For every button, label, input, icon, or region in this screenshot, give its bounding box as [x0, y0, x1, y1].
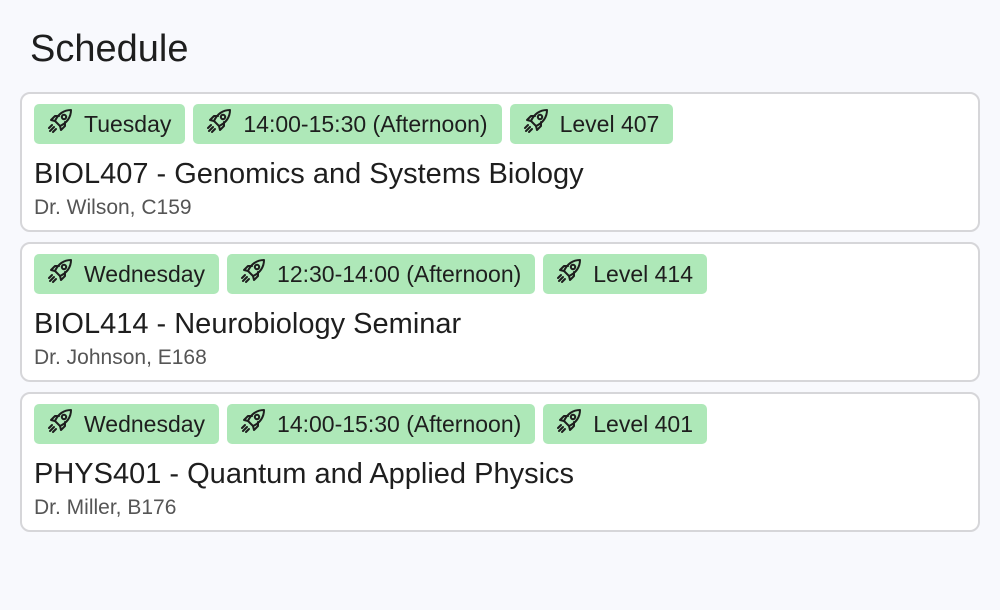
course-tags: Tuesday 14:00-15:30 (Afternoon) Level 40…: [34, 104, 966, 144]
rocket-icon: [205, 107, 233, 135]
time-tag-label: 14:00-15:30 (Afternoon): [243, 110, 488, 137]
rocket-icon: [46, 407, 74, 435]
rocket-icon: [239, 257, 267, 285]
course-instructor-room: Dr. Wilson, C159: [34, 196, 192, 219]
time-tag: 14:00-15:30 (Afternoon): [193, 104, 502, 144]
course-title: BIOL407 - Genomics and Systems Biology: [34, 158, 584, 190]
level-tag: Level 414: [543, 254, 708, 294]
time-tag-label: 12:30-14:00 (Afternoon): [277, 260, 522, 287]
day-tag: Wednesday: [34, 404, 220, 444]
course-card[interactable]: Wednesday 12:30-14:00 (Afternoon) Level …: [20, 242, 980, 382]
time-tag-label: 14:00-15:30 (Afternoon): [277, 410, 522, 437]
rocket-icon: [555, 257, 583, 285]
day-tag: Tuesday: [34, 104, 186, 144]
course-card[interactable]: Wednesday 14:00-15:30 (Afternoon) Level …: [20, 392, 980, 532]
course-tags: Wednesday 14:00-15:30 (Afternoon) Level …: [34, 404, 966, 444]
course-instructor-room: Dr. Miller, B176: [34, 496, 177, 519]
course-instructor-room: Dr. Johnson, E168: [34, 346, 207, 369]
course-title: BIOL414 - Neurobiology Seminar: [34, 308, 462, 340]
rocket-icon: [555, 407, 583, 435]
time-tag: 12:30-14:00 (Afternoon): [227, 254, 536, 294]
day-tag-label: Wednesday: [84, 260, 206, 287]
day-tag-label: Tuesday: [84, 110, 172, 137]
course-card[interactable]: Tuesday 14:00-15:30 (Afternoon) Level 40…: [20, 92, 980, 232]
level-tag-label: Level 414: [593, 260, 694, 287]
course-title: PHYS401 - Quantum and Applied Physics: [34, 458, 575, 490]
schedule-page: Schedule Tuesday 14:00-15:30 (Afternoon)…: [0, 0, 1000, 610]
level-tag: Level 407: [509, 104, 674, 144]
rocket-icon: [522, 107, 550, 135]
rocket-icon: [46, 107, 74, 135]
day-tag: Wednesday: [34, 254, 220, 294]
level-tag: Level 401: [543, 404, 708, 444]
rocket-icon: [239, 407, 267, 435]
course-list: Tuesday 14:00-15:30 (Afternoon) Level 40…: [20, 92, 980, 532]
rocket-icon: [46, 257, 74, 285]
day-tag-label: Wednesday: [84, 410, 206, 437]
level-tag-label: Level 401: [593, 410, 694, 437]
time-tag: 14:00-15:30 (Afternoon): [227, 404, 536, 444]
level-tag-label: Level 407: [559, 110, 660, 137]
course-tags: Wednesday 12:30-14:00 (Afternoon) Level …: [34, 254, 966, 294]
page-title: Schedule: [30, 28, 189, 70]
